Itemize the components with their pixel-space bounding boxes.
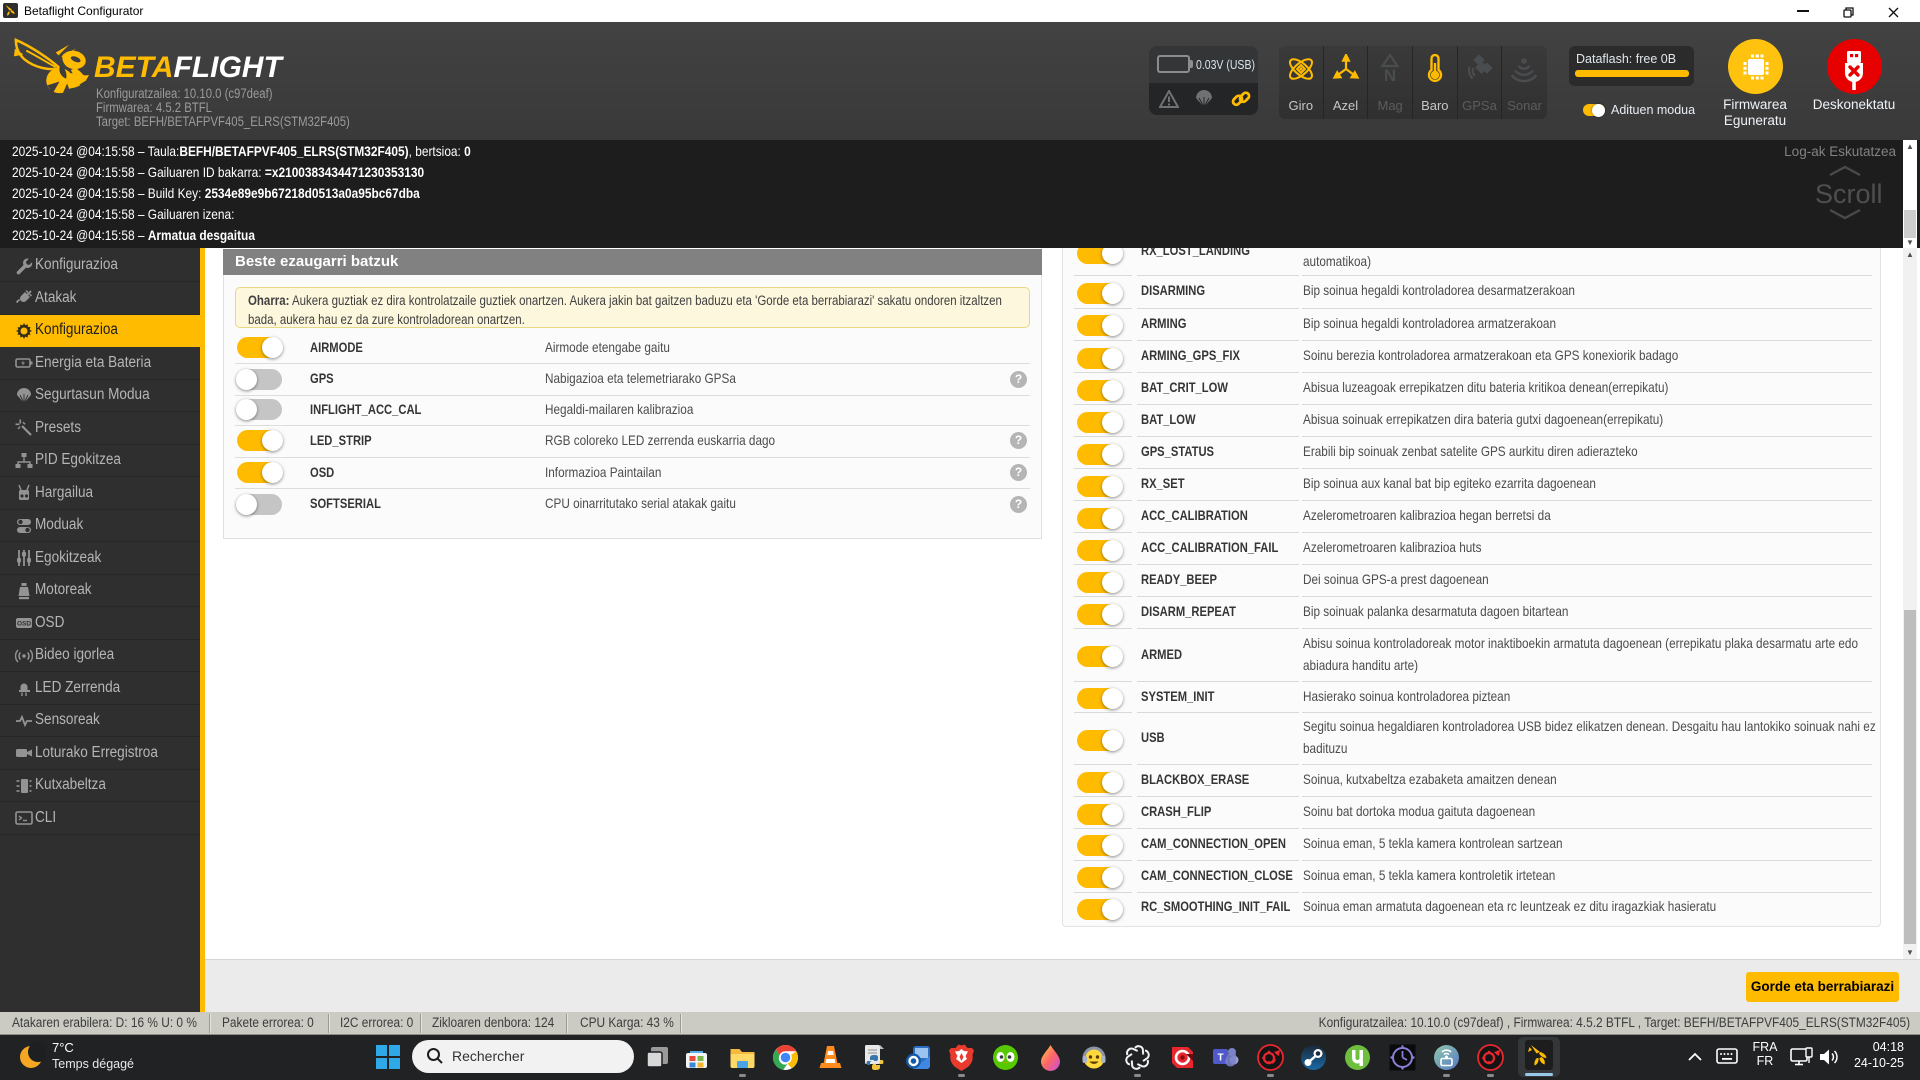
svg-text:T: T [1217, 1053, 1223, 1064]
svg-text:N: N [1384, 66, 1396, 84]
svg-text:OSD: OSD [17, 621, 31, 628]
